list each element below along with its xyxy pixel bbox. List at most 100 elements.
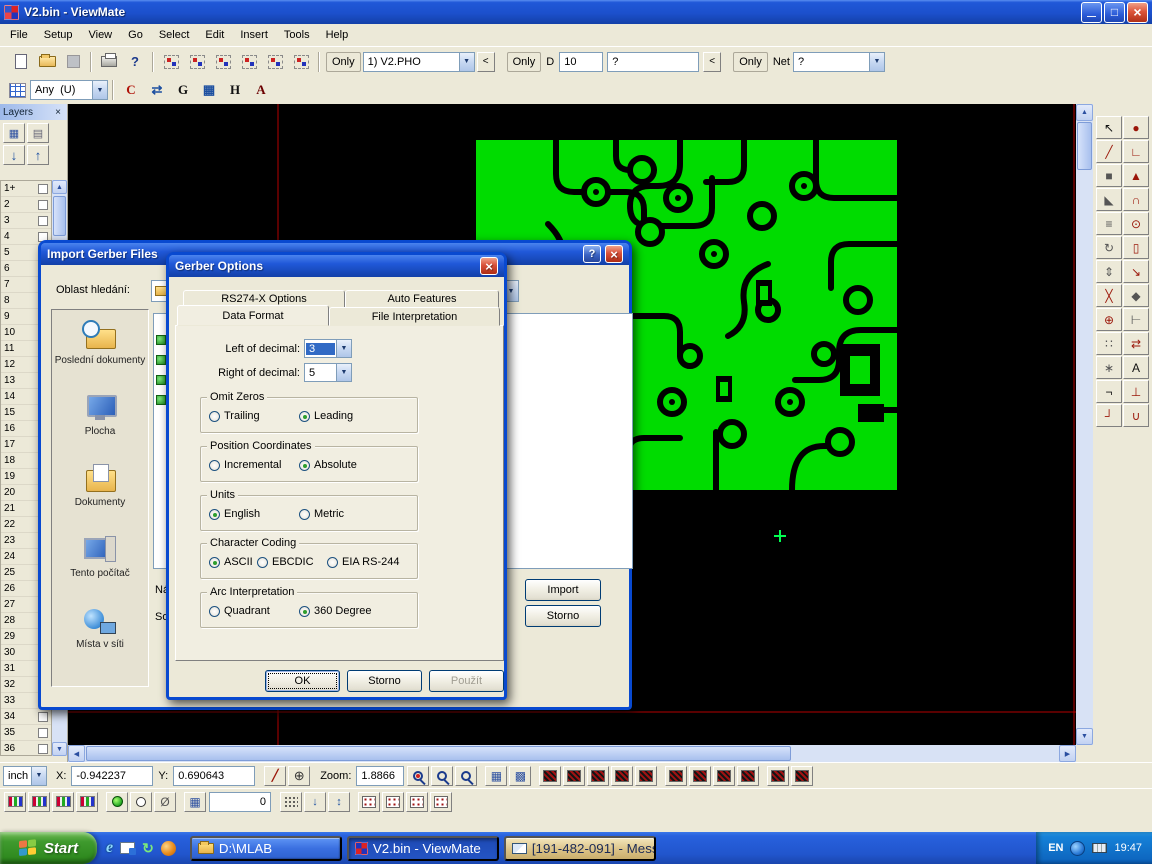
grid-toggle-button[interactable] bbox=[485, 766, 507, 786]
aperture-table-icon[interactable]: ▦ bbox=[197, 79, 221, 101]
layer-color-box[interactable] bbox=[38, 184, 48, 194]
dcode-input[interactable]: 10 bbox=[559, 52, 603, 72]
layer-row[interactable]: 2 bbox=[1, 197, 51, 213]
radio-icon[interactable] bbox=[299, 411, 310, 422]
chevron-down-icon[interactable] bbox=[459, 53, 474, 71]
movie-last-icon[interactable] bbox=[76, 792, 98, 812]
layer-row[interactable]: 3 bbox=[1, 213, 51, 229]
drop-anchor-button[interactable] bbox=[304, 792, 326, 812]
aperture-pattern-icon-6[interactable] bbox=[665, 766, 687, 786]
swap-icon[interactable]: ⇄ bbox=[1123, 332, 1149, 355]
grid-points-icon[interactable]: ∷ bbox=[1096, 332, 1122, 355]
aperture-pattern-icon-10[interactable] bbox=[767, 766, 789, 786]
cancel-button[interactable]: Storno bbox=[525, 605, 601, 627]
highlight-pad-icon[interactable]: ● bbox=[1123, 116, 1149, 139]
aperture-pattern-icon-7[interactable] bbox=[689, 766, 711, 786]
language-indicator[interactable]: EN bbox=[1048, 842, 1063, 854]
scroll-thumb[interactable] bbox=[1077, 122, 1092, 170]
only-dcode-toggle[interactable]: Only bbox=[507, 52, 542, 72]
menu-item[interactable]: File bbox=[2, 26, 36, 44]
aperture-pattern-icon-1[interactable] bbox=[539, 766, 561, 786]
draw-arc-icon[interactable]: ∩ bbox=[1123, 188, 1149, 211]
radio-icon[interactable] bbox=[209, 557, 220, 568]
close-icon[interactable] bbox=[52, 107, 64, 118]
radio-icon[interactable] bbox=[257, 557, 268, 568]
chevron-down-icon[interactable] bbox=[869, 53, 884, 71]
layer-color-box[interactable] bbox=[38, 712, 48, 722]
select-text-filter-icon[interactable] bbox=[289, 50, 313, 74]
circle-probe-button[interactable] bbox=[130, 792, 152, 812]
canvas-hscrollbar[interactable] bbox=[68, 745, 1076, 762]
corner-icon[interactable]: ┘ bbox=[1096, 404, 1122, 427]
align-lines-icon[interactable]: ≡ bbox=[1096, 212, 1122, 235]
aperture-grid-button[interactable] bbox=[5, 78, 29, 102]
delete-cross-icon[interactable]: ╳ bbox=[1096, 284, 1122, 307]
measure-icon[interactable]: ⊢ bbox=[1123, 308, 1149, 331]
radio-eia-rs244[interactable]: EIA RS-244 bbox=[327, 556, 399, 568]
radio-trailing[interactable]: Trailing bbox=[209, 410, 260, 422]
pan-updown-button[interactable] bbox=[328, 792, 350, 812]
slope-icon[interactable]: ◣ bbox=[1096, 188, 1122, 211]
negative-icon[interactable]: ¬ bbox=[1096, 380, 1122, 403]
save-button[interactable] bbox=[61, 50, 85, 74]
zoom-in-button[interactable] bbox=[431, 766, 453, 786]
dcode-query-input[interactable]: ? bbox=[607, 52, 699, 72]
tab-data-format[interactable]: Data Format bbox=[177, 305, 329, 326]
scroll-right-icon[interactable] bbox=[1059, 745, 1076, 762]
swap-layers-icon[interactable]: ⇄ bbox=[145, 79, 169, 101]
radio-ascii[interactable]: ASCII bbox=[209, 556, 253, 568]
layer-color-box[interactable] bbox=[38, 216, 48, 226]
right-of-decimal-combo[interactable]: 5 bbox=[304, 363, 352, 382]
draw-line-icon[interactable]: ╱ bbox=[1096, 140, 1122, 163]
movie-next-icon[interactable] bbox=[52, 792, 74, 812]
radio-icon[interactable] bbox=[209, 606, 220, 617]
minimize-button[interactable] bbox=[1081, 2, 1102, 23]
y-coordinate-input[interactable]: 0.690643 bbox=[173, 766, 255, 786]
dcode-h-tool-icon[interactable]: H bbox=[223, 79, 247, 101]
aperture-pattern-icon-11[interactable] bbox=[791, 766, 813, 786]
chevron-down-icon[interactable] bbox=[92, 81, 107, 99]
zoom-select-button[interactable] bbox=[407, 766, 429, 786]
snap-grid-button[interactable] bbox=[184, 792, 206, 812]
origin-target-button[interactable] bbox=[288, 766, 310, 786]
zoom-out-button[interactable] bbox=[455, 766, 477, 786]
scroll-thumb[interactable] bbox=[86, 746, 791, 761]
select-pattern-icon-2[interactable] bbox=[382, 792, 404, 812]
layer-row[interactable]: 34 bbox=[1, 709, 51, 725]
only-layer-toggle[interactable]: Only bbox=[326, 52, 361, 72]
layer-color-box[interactable] bbox=[38, 728, 48, 738]
layer-row[interactable]: 36 bbox=[1, 741, 51, 756]
refresh-launcher-icon[interactable]: ↻ bbox=[142, 840, 154, 857]
browser-launcher-icon[interactable] bbox=[161, 841, 176, 856]
scroll-thumb[interactable] bbox=[53, 196, 66, 236]
prev-dcode-button[interactable]: < bbox=[703, 52, 721, 72]
menu-item[interactable]: Edit bbox=[197, 26, 232, 44]
radio-360-degree[interactable]: 360 Degree bbox=[299, 605, 372, 617]
menu-item[interactable]: Setup bbox=[36, 26, 81, 44]
keyboard-icon[interactable] bbox=[1092, 843, 1107, 853]
ground-icon[interactable]: ⊥ bbox=[1123, 380, 1149, 403]
radio-metric[interactable]: Metric bbox=[299, 508, 344, 520]
radio-icon[interactable] bbox=[327, 557, 338, 568]
place-item[interactable]: Místa v síti bbox=[52, 602, 148, 673]
place-item[interactable]: Tento počítač bbox=[52, 531, 148, 602]
dot-grid-button[interactable] bbox=[280, 792, 302, 812]
taskbar-task-button[interactable]: V2.bin - ViewMate bbox=[347, 836, 499, 861]
gear-icon[interactable]: ∗ bbox=[1096, 356, 1122, 379]
layer-move-up-button[interactable] bbox=[27, 145, 49, 165]
radio-leading[interactable]: Leading bbox=[299, 410, 353, 422]
menu-item[interactable]: Insert bbox=[232, 26, 276, 44]
zoom-plus-icon[interactable]: ⊕ bbox=[1096, 308, 1122, 331]
menu-item[interactable]: Tools bbox=[276, 26, 318, 44]
measure-line-button[interactable] bbox=[264, 766, 286, 786]
aperture-pattern-icon-9[interactable] bbox=[737, 766, 759, 786]
maximize-button[interactable] bbox=[1104, 2, 1125, 23]
highlight-toggle-button[interactable] bbox=[106, 792, 128, 812]
internet-explorer-icon[interactable]: e bbox=[106, 839, 113, 857]
zoom-input[interactable]: 1.8866 bbox=[356, 766, 404, 786]
taskbar-task-button[interactable]: [191-482-091] - Mess... bbox=[504, 836, 656, 861]
scroll-down-icon[interactable] bbox=[1076, 728, 1093, 745]
print-button[interactable] bbox=[97, 50, 121, 74]
aperture-pattern-icon-5[interactable] bbox=[635, 766, 657, 786]
radio-absolute[interactable]: Absolute bbox=[299, 459, 357, 471]
